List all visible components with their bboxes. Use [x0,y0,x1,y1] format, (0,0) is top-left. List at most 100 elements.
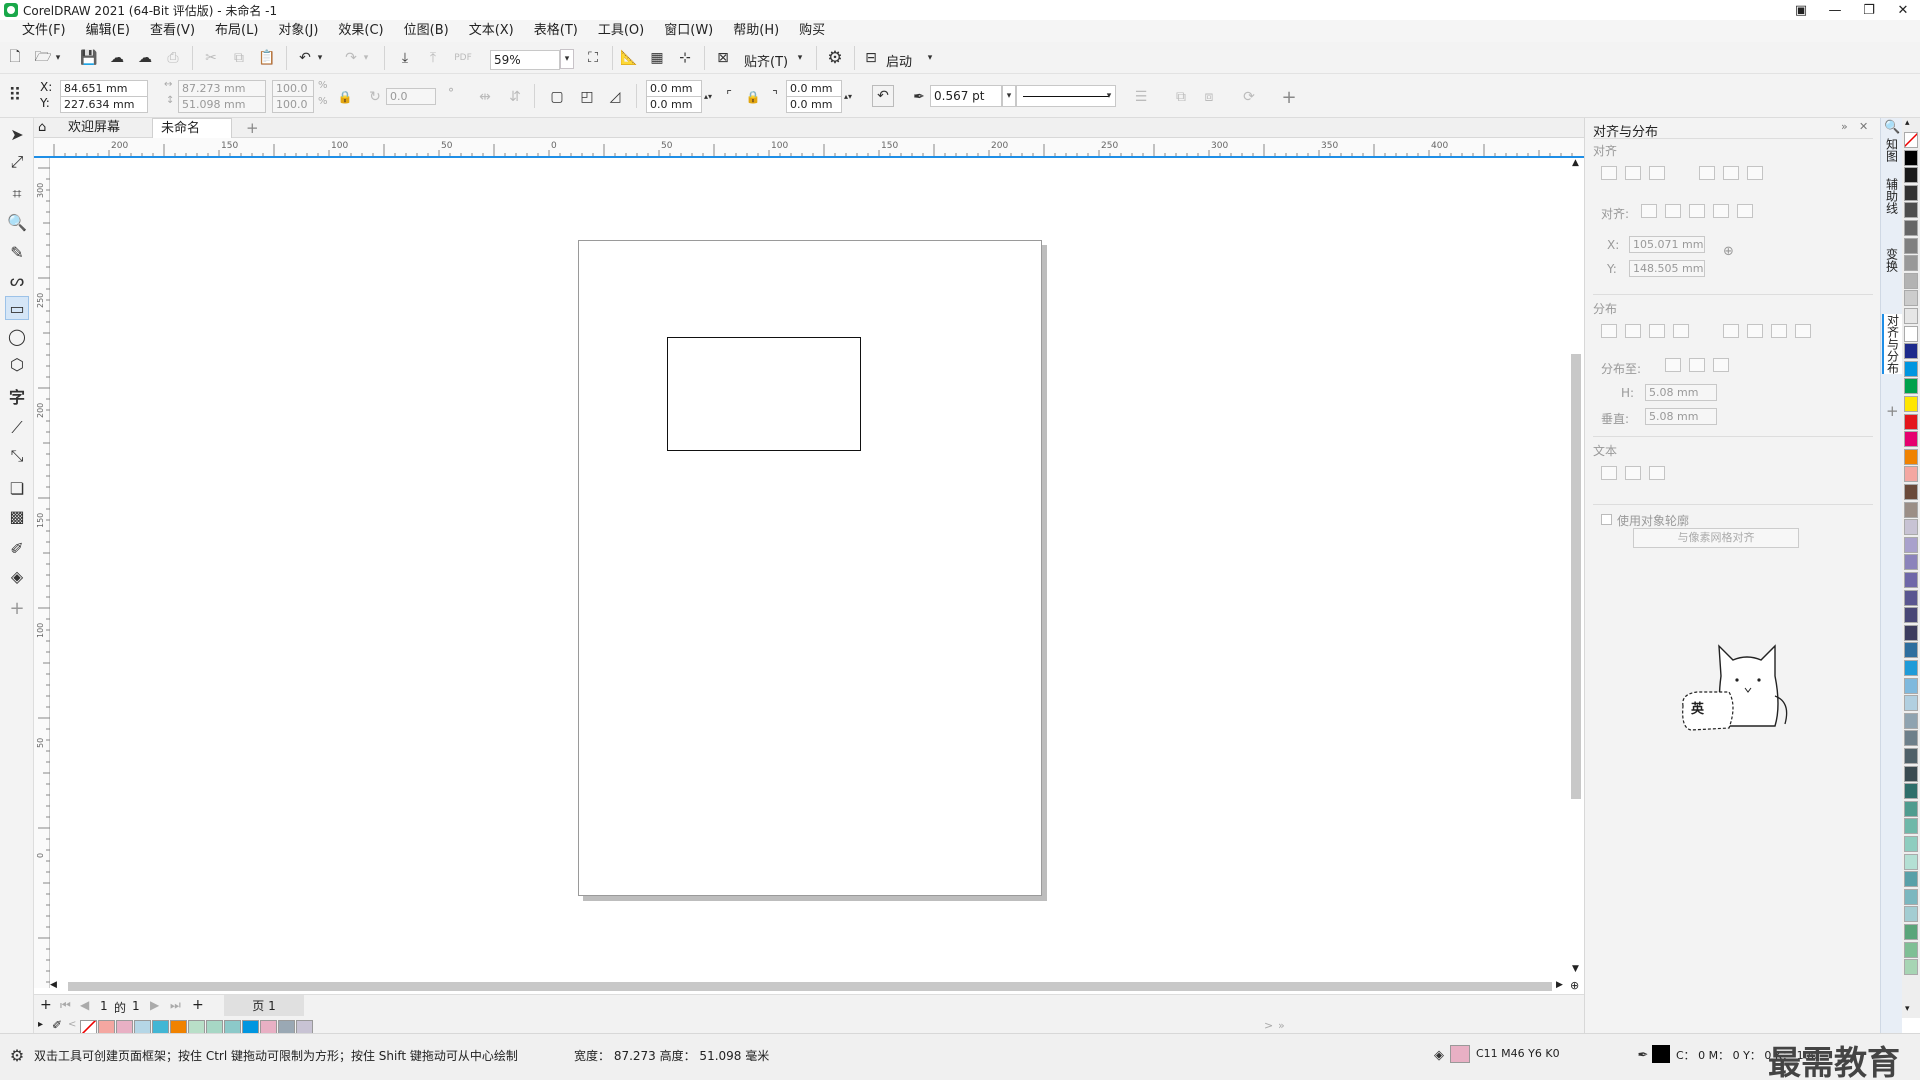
align-right-icon[interactable] [1649,166,1665,180]
zoom-navigator-icon[interactable]: ⊕ [1570,979,1579,992]
add-icon[interactable]: + [1278,86,1300,108]
rectangle-tool-icon[interactable]: ▭ [5,296,29,320]
distribute-to-page-icon[interactable] [1689,358,1705,372]
corner-radius-bottom-right[interactable]: 0.0 mm [786,96,842,113]
artistic-media-icon[interactable]: ᔕ [5,268,29,292]
launch-icon[interactable]: ⊟ [860,47,882,69]
pick-tool-icon[interactable]: ➤ [5,122,29,146]
outline-width-dropdown-icon[interactable]: ▾ [1002,85,1016,107]
h-spacing-input[interactable]: 5.08 mm [1645,384,1717,401]
menu-object[interactable]: 对象(J) [268,20,328,42]
docker-close-icon[interactable]: ✕ [1859,120,1868,133]
cloud-upload-icon[interactable]: ☁ [106,47,128,69]
copy-icon[interactable]: ⧉ [228,47,250,69]
palette-swatch[interactable] [1904,695,1918,712]
palette-scroll-left-icon[interactable]: < [68,1019,76,1030]
tab-guidelines[interactable]: 辅助线 [1882,178,1902,214]
distribute-right-icon[interactable] [1673,324,1689,338]
corner-spin-icon[interactable]: ▴▾ [702,80,714,112]
text-tool-icon[interactable]: 字 [5,384,29,408]
palette-swatch[interactable] [1904,290,1918,307]
palette-swatch[interactable] [1904,906,1918,923]
align-bottom-icon[interactable] [1747,166,1763,180]
palette-swatch[interactable] [1904,888,1918,905]
add-tool-icon[interactable]: + [5,596,29,620]
palette-swatch[interactable] [1904,343,1918,360]
menu-edit[interactable]: 编辑(E) [76,20,140,42]
angle-input[interactable]: 0.0 [386,88,436,105]
align-x-input[interactable]: 105.071 mm [1629,236,1705,253]
x-position-input[interactable]: 84.651 mm [60,80,148,97]
vertical-ruler[interactable]: 300 250 200 150 100 50 0 [34,158,50,988]
palette-swatch[interactable] [1904,396,1918,412]
tab-hints[interactable]: 知图 [1882,138,1902,162]
palette-swatch[interactable] [1904,836,1918,852]
no-color-swatch[interactable] [1904,132,1918,148]
rectangle-shape[interactable] [667,337,861,451]
print-icon[interactable]: ⎙ [162,47,184,69]
distribute-to-selection-icon[interactable] [1665,358,1681,372]
text-last-line-baseline-icon[interactable] [1625,466,1641,480]
horizontal-scrollbar[interactable]: ◀ ▶ ⊕ [50,978,1584,994]
docker-collapse-icon[interactable]: » [1841,120,1848,133]
eyedropper-tool-icon[interactable]: ✐ [5,536,29,560]
restore-mini-button[interactable]: ▣ [1784,0,1818,20]
menu-layout[interactable]: 布局(L) [205,20,268,42]
round-corner-icon[interactable]: ▢ [546,86,568,108]
import-icon[interactable]: ⤓ [394,47,416,69]
vertical-scrollbar[interactable]: ▲ ▼ [1568,158,1584,978]
freehand-tool-icon[interactable]: ✎ [5,240,29,264]
anchor-target-icon[interactable]: ⊕ [1723,244,1734,259]
scroll-up-icon[interactable]: ▲ [1572,158,1579,168]
palette-swatch[interactable] [1904,237,1918,254]
zoom-dropdown-icon[interactable]: ▾ [560,49,574,69]
distribute-center-h-icon[interactable] [1625,324,1641,338]
corner-right-icon[interactable]: ⌝ [764,84,786,106]
outline-pen-icon[interactable]: ✒ [908,86,930,108]
align-to-pixel-grid-button[interactable]: 与像素网格对齐 [1633,528,1799,548]
align-to-grid-icon[interactable] [1713,204,1729,218]
align-center-h-icon[interactable] [1625,166,1641,180]
convert-to-curves-icon[interactable]: ⟳ [1238,86,1260,108]
palette-swatch[interactable] [1904,800,1918,817]
new-document-icon[interactable]: 🗋 [4,47,26,69]
palette-swatch[interactable] [1904,325,1918,342]
distribute-spacing-v-icon[interactable] [1771,324,1787,338]
full-screen-icon[interactable]: ⛶ [582,47,604,69]
palette-swatch[interactable] [1904,712,1918,729]
menu-window[interactable]: 窗口(W) [654,20,723,42]
connector-tool-icon[interactable]: ⤡ [5,444,29,468]
scroll-down-icon[interactable]: ▼ [1572,964,1579,974]
align-to-active-object-icon[interactable] [1641,204,1657,218]
palette-swatch[interactable] [1904,677,1918,694]
corner-spin-icon[interactable]: ▴▾ [842,80,854,112]
align-top-icon[interactable] [1699,166,1715,180]
text-first-line-baseline-icon[interactable] [1601,466,1617,480]
paste-icon[interactable]: 📋 [256,47,278,69]
palette-swatch[interactable] [1904,484,1918,500]
distribute-spacing-h-icon[interactable] [1649,324,1665,338]
to-front-icon[interactable]: ⧉ [1170,86,1192,108]
palette-eyedropper-icon[interactable]: ✐ [52,1018,62,1032]
last-page-icon[interactable]: ⏭ [170,998,181,1013]
menu-bitmaps[interactable]: 位图(B) [394,20,459,42]
line-style-select[interactable] [1016,85,1116,107]
tab-welcome[interactable]: 欢迎屏幕 [60,118,128,138]
menu-table[interactable]: 表格(T) [524,20,588,42]
palette-swatch[interactable] [1904,554,1918,571]
corner-radius-bottom-left[interactable]: 0.0 mm [646,96,702,113]
palette-swatch[interactable] [1904,202,1918,219]
show-guidelines-icon[interactable]: ⊹ [674,47,696,69]
polygon-tool-icon[interactable]: ⬡ [5,352,29,376]
snap-dropdown-icon[interactable]: ▾ [794,47,806,69]
palette-swatch[interactable] [1904,360,1918,377]
palette-up-icon[interactable]: ▴ [1905,118,1910,128]
distribute-center-v-icon[interactable] [1747,324,1763,338]
add-page-before-icon[interactable]: + [40,997,52,1013]
lock-ratio-icon[interactable]: 🔒 [334,86,356,108]
redo-icon[interactable]: ↷ [340,47,362,69]
distribute-bottom-icon[interactable] [1795,324,1811,338]
undo-icon[interactable]: ↶ [294,47,316,69]
menu-tools[interactable]: 工具(O) [588,20,654,42]
wrap-text-icon[interactable]: ☰ [1130,86,1152,108]
